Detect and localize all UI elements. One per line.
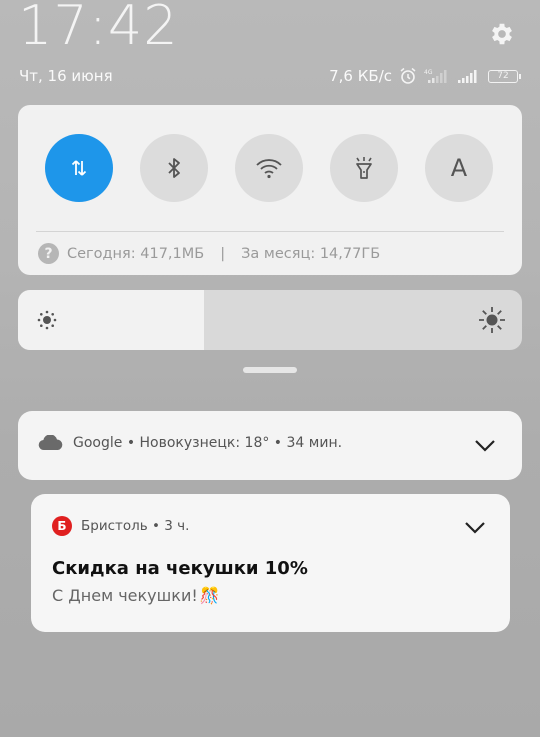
mobile-data-toggle[interactable] <box>45 134 113 202</box>
wifi-toggle[interactable] <box>235 134 303 202</box>
date-label: Чт, 16 июня <box>19 67 113 85</box>
notification-title: Скидка на чекушки 10% <box>52 558 308 579</box>
panel-drag-handle[interactable] <box>243 367 297 373</box>
help-icon: ? <box>38 243 59 264</box>
usage-month: За месяц: 14,77ГБ <box>241 245 381 262</box>
status-icons: 7,6 КБ/с 4G 72 <box>329 66 521 86</box>
flashlight-icon <box>356 157 372 179</box>
bluetooth-toggle[interactable] <box>140 134 208 202</box>
chevron-down-icon[interactable] <box>464 521 486 535</box>
quick-settings-panel: A ? Сегодня: 417,1МБ | За месяц: 14,77ГБ <box>18 105 522 275</box>
cloud-icon <box>38 435 63 451</box>
divider <box>36 231 504 232</box>
flashlight-toggle[interactable] <box>330 134 398 202</box>
notification-body: С Днем чекушки! <box>52 586 198 605</box>
data-transfer-icon <box>71 160 87 176</box>
alarm-icon <box>400 67 416 84</box>
bristol-app-icon: Б <box>52 516 72 536</box>
signal-4g-icon: 4G <box>424 69 447 83</box>
brightness-slider[interactable] <box>18 290 522 350</box>
letter-a-icon: A <box>450 154 468 182</box>
clock: 17:42 <box>18 0 179 57</box>
brightness-high-icon <box>479 307 505 333</box>
wifi-icon <box>256 159 282 179</box>
bluetooth-icon <box>168 158 180 178</box>
google-summary: Google • Новокузнецк: 18° • 34 мин. <box>73 435 343 451</box>
network-type-label: 4G <box>424 69 433 76</box>
bristol-header: Бристоль • 3 ч. <box>81 518 190 534</box>
usage-today: Сегодня: 417,1МБ <box>67 245 205 262</box>
battery-icon: 72 <box>488 69 521 83</box>
signal-icon <box>458 70 477 83</box>
net-speed: 7,6 КБ/с <box>329 67 392 85</box>
auto-brightness-toggle[interactable]: A <box>425 134 493 202</box>
brightness-low-icon <box>37 310 57 330</box>
gear-icon[interactable] <box>488 20 516 48</box>
google-notification[interactable]: Google • Новокузнецк: 18° • 34 мин. <box>18 411 522 480</box>
chevron-down-icon[interactable] <box>474 439 496 453</box>
usage-separator: | <box>220 245 226 262</box>
data-usage[interactable]: ? Сегодня: 417,1МБ | За месяц: 14,77ГБ <box>38 243 380 264</box>
confetti-emoji: 🎊 <box>199 586 220 605</box>
bristol-notification[interactable]: Б Бристоль • 3 ч. Скидка на чекушки 10% … <box>31 494 510 632</box>
